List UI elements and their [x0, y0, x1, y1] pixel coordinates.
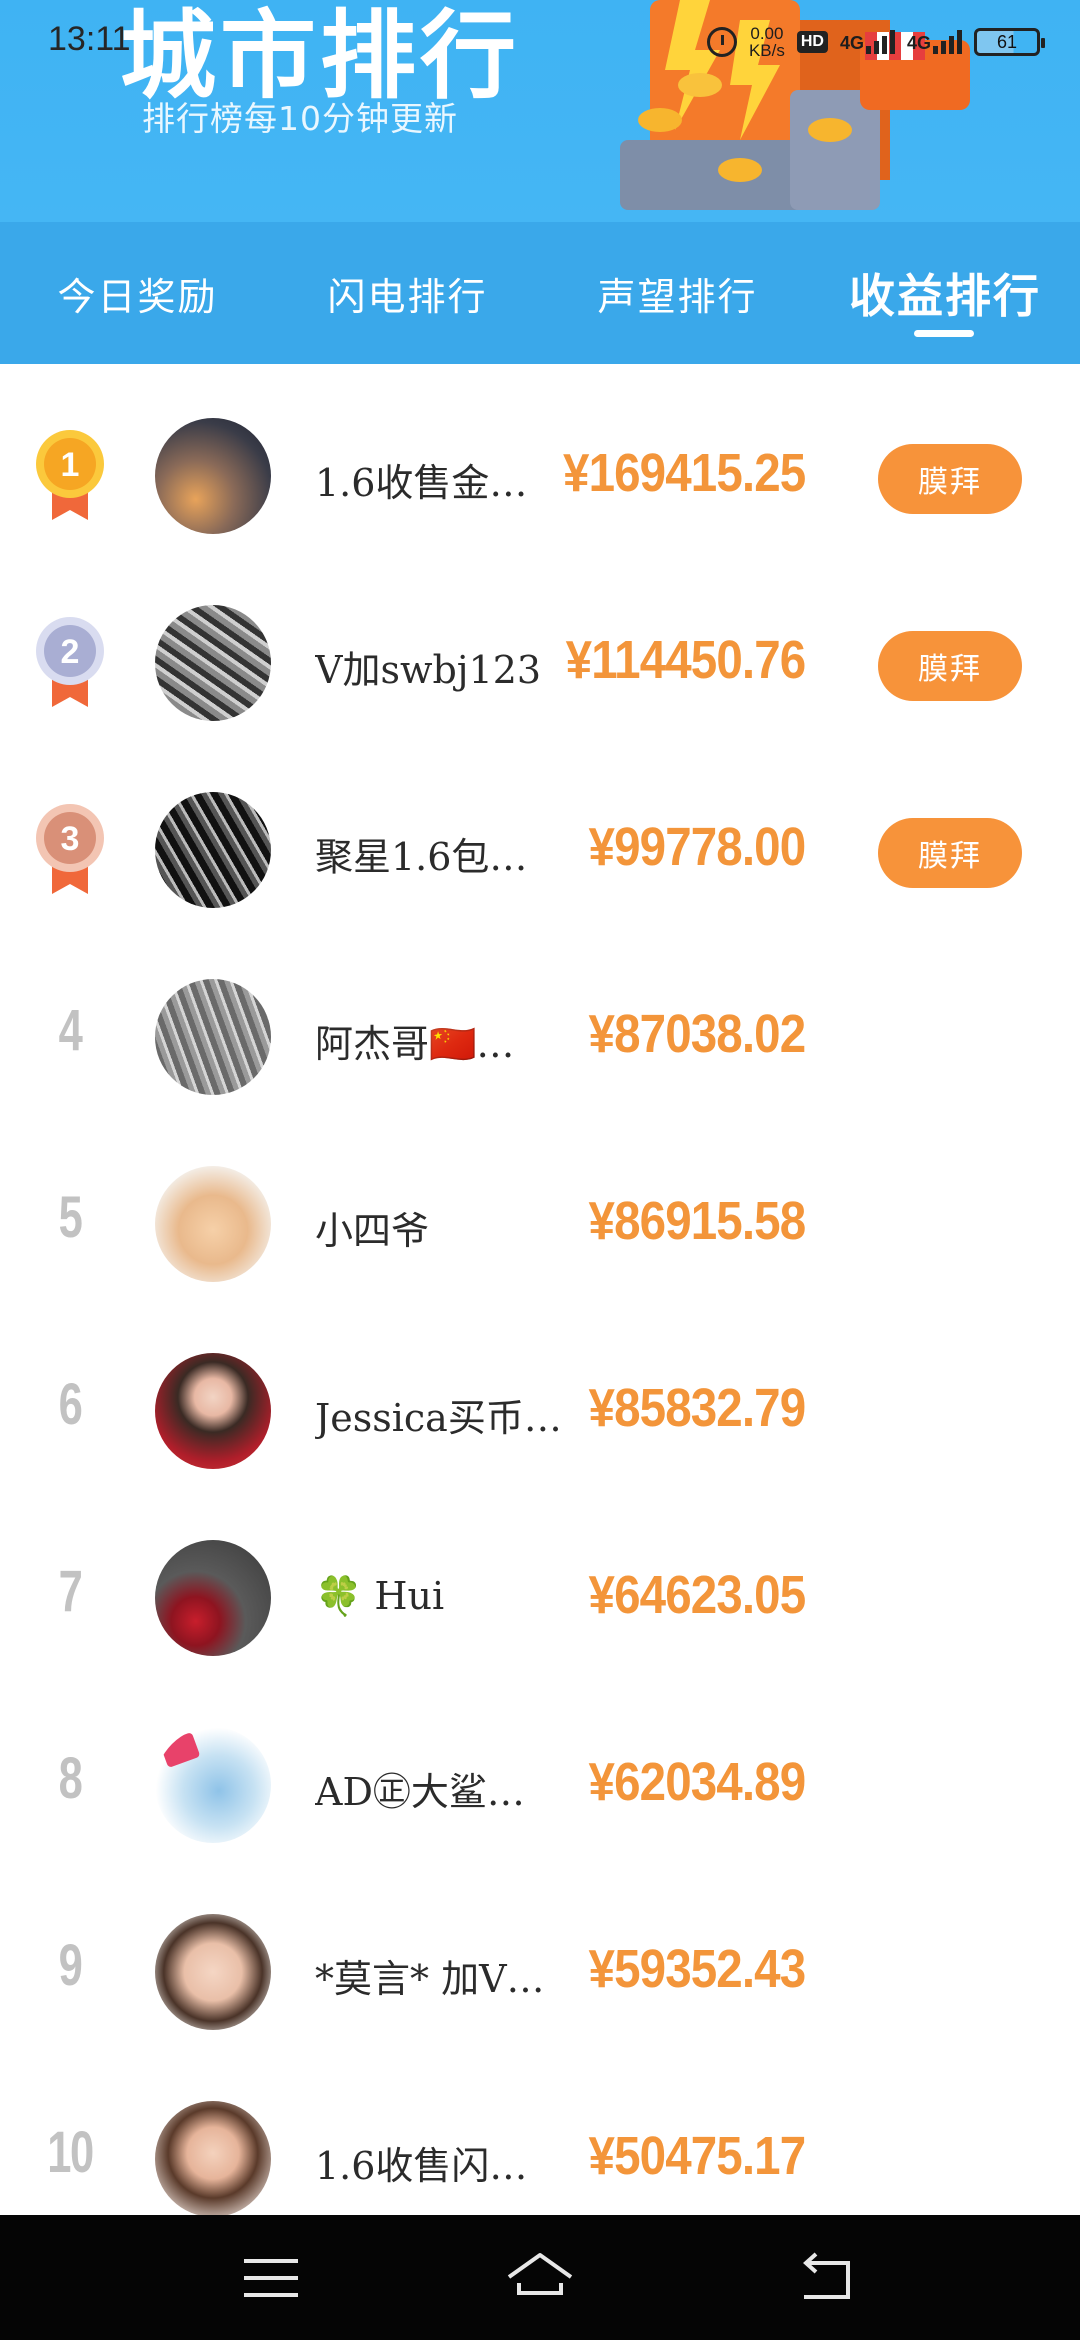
avatar[interactable] [155, 979, 271, 1095]
income-amount: ¥50475.17 [588, 2126, 806, 2186]
tab-today-reward[interactable]: 今日奖励 [20, 222, 255, 364]
rank-number: 5 [58, 1185, 83, 1250]
income-amount: ¥99778.00 [588, 817, 806, 877]
battery-level: 61 [996, 31, 1018, 52]
list-item[interactable]: 7 🍀 Hui ¥64623.05 [0, 1486, 1080, 1673]
list-item[interactable]: 4 阿杰哥🇨🇳… ¥87038.02 [0, 925, 1080, 1112]
back-icon[interactable] [790, 2243, 860, 2313]
home-icon[interactable] [505, 2243, 575, 2313]
avatar[interactable] [155, 1540, 271, 1656]
page-subtitle: 排行榜每10分钟更新 [142, 99, 458, 138]
list-item[interactable]: 8 AD㊣大鲨… ¥62034.89 [0, 1673, 1080, 1860]
network-type-1: 4G [839, 33, 864, 53]
list-item[interactable]: 3 聚星1.6包… ¥99778.00 膜拜 [0, 738, 1080, 925]
rank-number: 4 [58, 998, 83, 1063]
battery-icon: 61 [974, 28, 1045, 56]
status-icons: 0.00 KB/s HD 4G 4G 61 [706, 20, 1045, 64]
user-name: V加swbj123 [315, 648, 542, 692]
income-amount: ¥87038.02 [588, 1004, 806, 1064]
signal-bars-icon [865, 30, 895, 54]
avatar[interactable] [155, 1914, 271, 2030]
tab-reputation-rank[interactable]: 声望排行 [560, 222, 795, 364]
rank-number: 6 [58, 1372, 83, 1437]
rank-number: 10 [47, 2120, 94, 2185]
alarm-icon [706, 27, 737, 57]
income-amount: ¥62034.89 [588, 1752, 806, 1812]
system-nav-bar [0, 2215, 1080, 2340]
network-speed-value: 0.00 [750, 24, 784, 43]
status-time: 13:11 [48, 20, 131, 58]
user-name: Jessica买币… [315, 1396, 562, 1440]
worship-button[interactable]: 膜拜 [878, 818, 1022, 888]
gold-medal-icon: 1 [36, 430, 104, 520]
svg-text:1: 1 [61, 446, 80, 484]
rank-number: 8 [58, 1746, 83, 1811]
avatar[interactable] [155, 605, 271, 721]
worship-button[interactable]: 膜拜 [878, 631, 1022, 701]
signal-bars-icon [933, 30, 962, 54]
svg-text:2: 2 [61, 633, 80, 671]
list-item[interactable]: 6 Jessica买币… ¥85832.79 [0, 1299, 1080, 1486]
list-item[interactable]: 9 *莫言* 加V… ¥59352.43 [0, 1860, 1080, 2047]
income-amount: ¥59352.43 [588, 1939, 806, 1999]
avatar[interactable] [155, 418, 271, 534]
bronze-medal-icon: 3 [36, 804, 104, 894]
hd-icon: HD [796, 31, 828, 53]
avatar[interactable] [155, 1353, 271, 1469]
menu-icon[interactable] [236, 2243, 306, 2313]
income-amount: ¥169415.25 [562, 443, 806, 503]
user-name: 聚星1.6包… [315, 835, 528, 879]
user-name: 1.6收售闪… [315, 2144, 528, 2188]
rank-number: 9 [58, 1933, 83, 1998]
avatar[interactable] [155, 2101, 271, 2217]
list-item[interactable]: 10 1.6收售闪… ¥50475.17 [0, 2047, 1080, 2234]
user-name: 阿杰哥🇨🇳… [315, 1022, 515, 1066]
income-amount: ¥85832.79 [588, 1378, 806, 1438]
user-name: 1.6收售金… [315, 461, 528, 505]
tab-income-rank[interactable]: 收益排行 [830, 222, 1060, 364]
ranking-tabs: 今日奖励 闪电排行 声望排行 收益排行 [0, 222, 1080, 364]
signal-1: 4G [840, 30, 895, 54]
worship-button[interactable]: 膜拜 [878, 444, 1022, 514]
network-speed-unit: KB/s [748, 41, 785, 60]
user-name: 小四爷 [315, 1209, 430, 1253]
income-amount: ¥114450.76 [565, 630, 806, 690]
avatar[interactable] [155, 1727, 271, 1843]
signal-2: 4G [907, 30, 962, 54]
income-amount: ¥86915.58 [588, 1191, 806, 1251]
user-name: 🍀 Hui [315, 1574, 445, 1618]
active-tab-indicator [914, 330, 974, 337]
list-item[interactable]: 2 V加swbj123 ¥114450.76 膜拜 [0, 551, 1080, 738]
rank-number: 7 [58, 1559, 83, 1624]
list-item[interactable]: 1 1.6收售金… ¥169415.25 膜拜 [0, 364, 1080, 551]
avatar[interactable] [155, 1166, 271, 1282]
income-amount: ¥64623.05 [588, 1565, 806, 1625]
avatar[interactable] [155, 792, 271, 908]
svg-text:3: 3 [61, 820, 80, 858]
network-type-2: 4G [906, 33, 931, 53]
user-name: *莫言* 加V… [315, 1957, 545, 2001]
user-name: AD㊣大鲨… [315, 1770, 525, 1814]
network-speed: 0.00 KB/s [749, 25, 785, 59]
silver-medal-icon: 2 [36, 617, 104, 707]
list-item[interactable]: 5 小四爷 ¥86915.58 [0, 1112, 1080, 1299]
tab-lightning-rank[interactable]: 闪电排行 [290, 222, 525, 364]
